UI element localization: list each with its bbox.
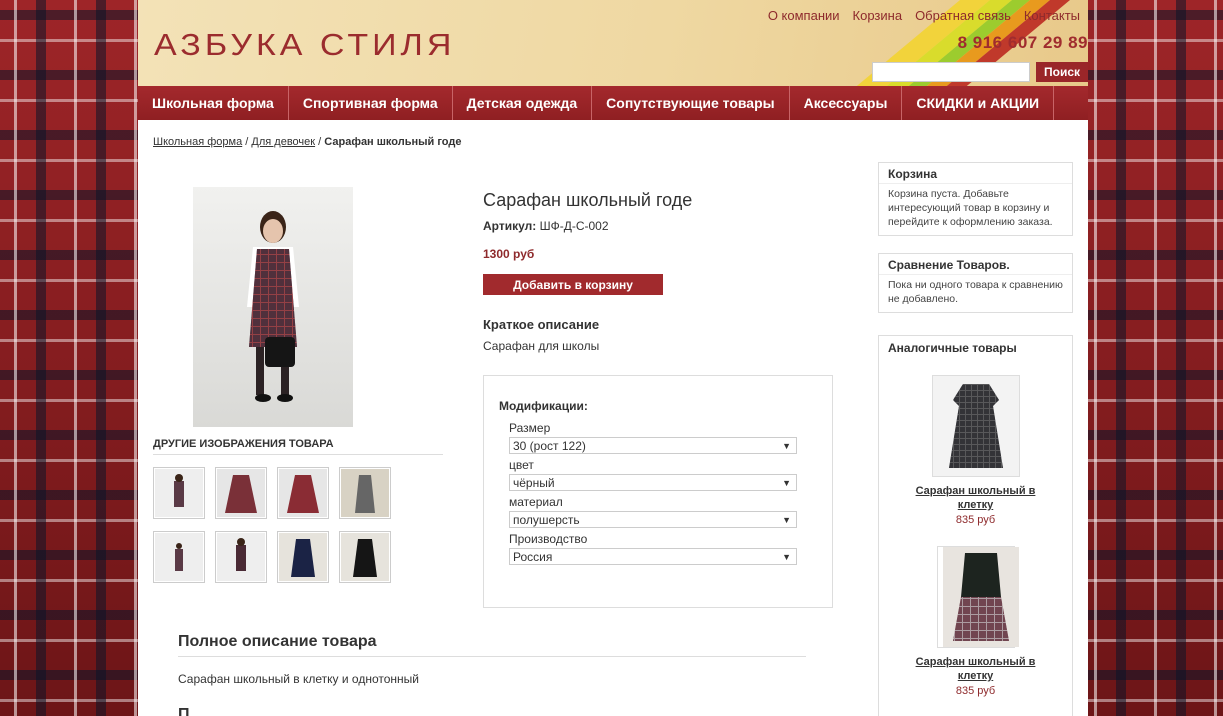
thumbnail-image[interactable] bbox=[277, 531, 329, 583]
modifications-heading: Модификации: bbox=[499, 399, 588, 413]
chevron-down-icon: ▼ bbox=[782, 515, 791, 525]
breadcrumb-link-girls[interactable]: Для девочек bbox=[251, 136, 315, 148]
nav-accessories[interactable]: Аксессуары bbox=[790, 86, 903, 120]
link-about[interactable]: О компании bbox=[768, 8, 840, 23]
breadcrumb-separator: / bbox=[318, 136, 322, 148]
mod-color: цвет чёрный ▼ bbox=[509, 458, 797, 491]
similar-product-link[interactable]: Сарафан школьный в клетку bbox=[911, 655, 1041, 683]
link-cart[interactable]: Корзина bbox=[853, 8, 903, 23]
mod-production-label: Производство bbox=[509, 532, 588, 546]
main-nav: Школьная форма Спортивная форма Детская … bbox=[138, 86, 1088, 120]
production-select-value: Россия bbox=[513, 550, 553, 564]
modifications-panel: Модификации: Размер 30 (рост 122) ▼ цвет … bbox=[483, 375, 833, 608]
link-feedback[interactable]: Обратная связь bbox=[915, 8, 1011, 23]
link-contacts[interactable]: Контакты bbox=[1024, 8, 1080, 23]
header: АЗБУКА СТИЛЯ О компании Корзина Обратная… bbox=[138, 0, 1088, 86]
chevron-down-icon: ▼ bbox=[782, 478, 791, 488]
similar-product-price: 835 руб bbox=[955, 685, 996, 697]
product-price: 1300 руб bbox=[483, 247, 535, 261]
cart-widget-title: Корзина bbox=[879, 163, 1072, 184]
thumbnail-image[interactable] bbox=[339, 467, 391, 519]
search-button[interactable]: Поиск bbox=[1035, 62, 1088, 82]
short-description-text: Сарафан для школы bbox=[483, 339, 600, 353]
similar-product-item: Сарафан школьный в клетку 835 руб bbox=[879, 375, 1072, 526]
size-select-value: 30 (рост 122) bbox=[513, 439, 586, 453]
size-select[interactable]: 30 (рост 122) ▼ bbox=[509, 437, 797, 454]
breadcrumb-separator: / bbox=[245, 136, 249, 148]
breadcrumb: Школьная форма / Для девочек / Сарафан ш… bbox=[153, 136, 461, 148]
thumbnail-image[interactable] bbox=[153, 531, 205, 583]
nav-sport-uniform[interactable]: Спортивная форма bbox=[289, 86, 453, 120]
product-title: Сарафан школьный годе bbox=[483, 190, 693, 210]
compare-widget: Сравнение Товаров. Пока ни одного товара… bbox=[878, 253, 1073, 313]
compare-widget-text: Пока ни одного товара к сравнению не доб… bbox=[888, 279, 1063, 305]
mod-size: Размер 30 (рост 122) ▼ bbox=[509, 421, 797, 454]
full-description-heading: Полное описание товара bbox=[178, 633, 806, 657]
section-heading-partial: П bbox=[178, 706, 190, 716]
similar-products-widget: Аналогичные товары Сарафан школьный в кл… bbox=[878, 335, 1073, 716]
nav-discounts[interactable]: СКИДКИ и АКЦИИ bbox=[902, 86, 1055, 120]
top-links: О компании Корзина Обратная связь Контак… bbox=[768, 8, 1080, 23]
similar-product-image[interactable] bbox=[936, 546, 1019, 648]
mod-production: Производство Россия ▼ bbox=[509, 532, 797, 565]
mod-size-label: Размер bbox=[509, 421, 551, 435]
thumbnail-image[interactable] bbox=[339, 531, 391, 583]
breadcrumb-current: Сарафан школьный годе bbox=[324, 136, 462, 148]
search-form: Поиск bbox=[871, 62, 1088, 82]
short-description-heading: Краткое описание bbox=[483, 317, 600, 332]
other-images-title: ДРУГИЕ ИЗОБРАЖЕНИЯ ТОВАРА bbox=[153, 438, 443, 455]
chevron-down-icon: ▼ bbox=[782, 441, 791, 451]
thumbnail-image[interactable] bbox=[215, 467, 267, 519]
phone-number: 8 916 607 29 89 bbox=[957, 33, 1088, 52]
color-select-value: чёрный bbox=[513, 476, 555, 490]
mod-color-label: цвет bbox=[509, 458, 534, 472]
sku-value: ШФ-Д-С-002 bbox=[539, 219, 609, 233]
nav-school-uniform[interactable]: Школьная форма bbox=[138, 86, 289, 120]
thumbnail-gallery bbox=[153, 467, 413, 583]
cart-widget: Корзина Корзина пуста. Добавьте интересу… bbox=[878, 162, 1073, 236]
product-sku: Артикул: ШФ-Д-С-002 bbox=[483, 219, 609, 233]
color-select[interactable]: чёрный ▼ bbox=[509, 474, 797, 491]
similar-product-item: Сарафан школьный в клетку 835 руб bbox=[879, 546, 1072, 697]
breadcrumb-link-school-uniform[interactable]: Школьная форма bbox=[153, 136, 242, 148]
similar-products-title: Аналогичные товары bbox=[888, 341, 1017, 355]
chevron-down-icon: ▼ bbox=[782, 552, 791, 562]
site-logo[interactable]: АЗБУКА СТИЛЯ bbox=[154, 28, 455, 63]
thumbnail-image[interactable] bbox=[277, 467, 329, 519]
cart-widget-text: Корзина пуста. Добавьте интересующий тов… bbox=[888, 188, 1053, 228]
nav-kids-clothing[interactable]: Детская одежда bbox=[453, 86, 593, 120]
thumbnail-image[interactable] bbox=[153, 467, 205, 519]
nav-related-goods[interactable]: Сопутствующие товары bbox=[592, 86, 790, 120]
similar-product-link[interactable]: Сарафан школьный в клетку bbox=[911, 484, 1041, 512]
product-main-image[interactable] bbox=[193, 187, 353, 427]
mod-material: материал полушерсть ▼ bbox=[509, 495, 797, 528]
compare-widget-title: Сравнение Товаров. bbox=[879, 254, 1072, 275]
thumbnail-image[interactable] bbox=[215, 531, 267, 583]
similar-product-price: 835 руб bbox=[955, 514, 996, 526]
material-select[interactable]: полушерсть ▼ bbox=[509, 511, 797, 528]
page: АЗБУКА СТИЛЯ О компании Корзина Обратная… bbox=[138, 0, 1088, 716]
material-select-value: полушерсть bbox=[513, 513, 580, 527]
similar-product-image[interactable] bbox=[931, 375, 1020, 477]
sku-label: Артикул: bbox=[483, 219, 537, 233]
full-description-text: Сарафан школьный в клетку и однотонный bbox=[178, 672, 419, 686]
add-to-cart-button[interactable]: Добавить в корзину bbox=[483, 274, 663, 295]
search-input[interactable] bbox=[871, 62, 1030, 82]
production-select[interactable]: Россия ▼ bbox=[509, 548, 797, 565]
mod-material-label: материал bbox=[509, 495, 563, 509]
